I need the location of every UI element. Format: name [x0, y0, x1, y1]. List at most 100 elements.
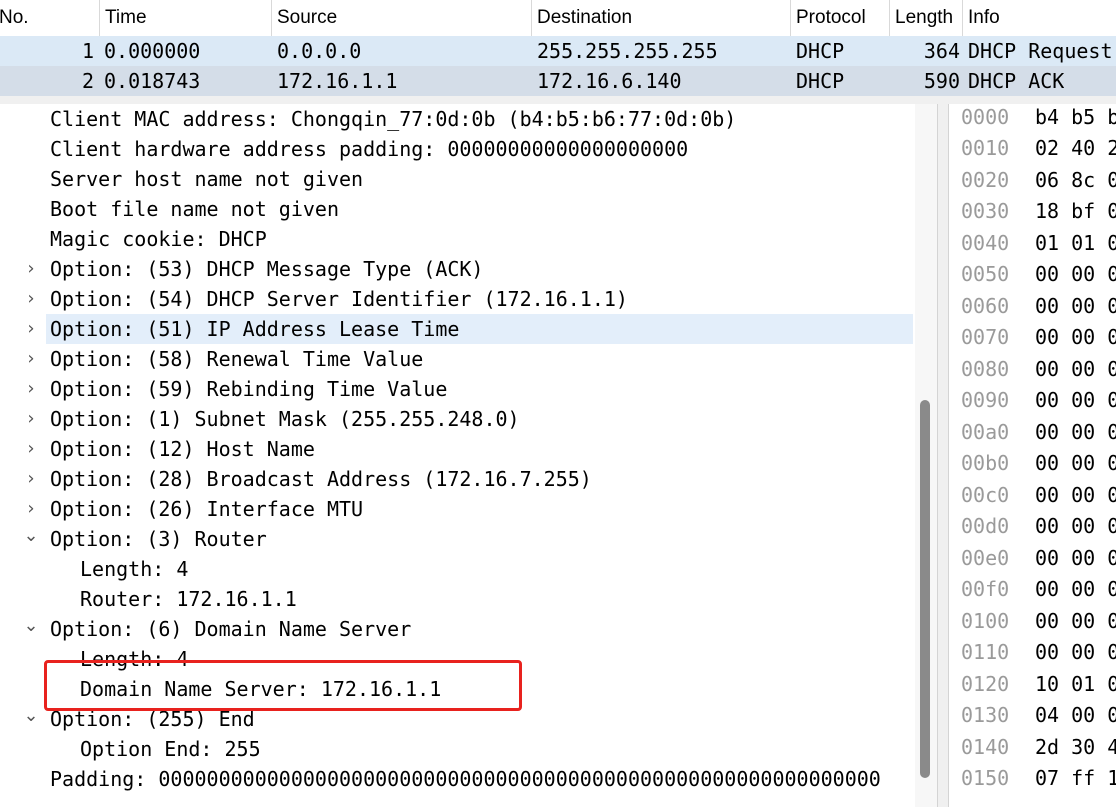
- chevron-right-icon[interactable]: ›: [19, 404, 43, 434]
- hex-row[interactable]: 0020 06 8c 0: [949, 165, 1116, 196]
- detail-row-router-value[interactable]: Router: 172.16.1.1: [80, 584, 297, 614]
- chevron-down-icon[interactable]: ⌄: [19, 614, 43, 638]
- hex-row[interactable]: 0140 2d 30 4: [949, 732, 1116, 763]
- chevron-right-icon[interactable]: ›: [19, 434, 43, 464]
- detail-row-option-26[interactable]: Option: (26) Interface MTU: [50, 494, 363, 524]
- hex-bytes: 00 00 0: [1035, 388, 1116, 412]
- hex-bytes: 00 00 0: [1035, 577, 1116, 601]
- detail-row-boot-file[interactable]: Boot file name not given: [50, 194, 339, 224]
- hex-row[interactable]: 0030 18 bf 0: [949, 196, 1116, 227]
- hex-row[interactable]: 0050 00 00 0: [949, 259, 1116, 290]
- hex-row[interactable]: 00a0 00 00 0: [949, 417, 1116, 448]
- detail-row-option-3[interactable]: Option: (3) Router: [50, 524, 267, 554]
- hex-bytes: 00 00 0: [1035, 609, 1116, 633]
- hex-offset: 0040: [961, 231, 1010, 255]
- hex-offset: 0140: [961, 735, 1010, 759]
- detail-row-option-51[interactable]: Option: (51) IP Address Lease Time: [50, 314, 459, 344]
- column-header-destination[interactable]: Destination: [532, 0, 791, 36]
- hex-row[interactable]: 0100 00 00 0: [949, 606, 1116, 637]
- hex-offset: 0010: [961, 136, 1010, 160]
- hex-bytes: b4 b5 b: [1035, 105, 1116, 129]
- hex-offset: 00c0: [961, 483, 1010, 507]
- packet-no: 1: [81, 39, 94, 63]
- chevron-down-icon[interactable]: ⌄: [19, 704, 43, 728]
- chevron-right-icon[interactable]: ›: [19, 494, 43, 524]
- hex-offset: 00f0: [961, 577, 1010, 601]
- column-header-protocol[interactable]: Protocol: [791, 0, 890, 36]
- packet-source: 172.16.1.1: [277, 69, 398, 93]
- hex-bytes: 02 40 2: [1035, 136, 1116, 160]
- hex-row[interactable]: 0090 00 00 0: [949, 385, 1116, 416]
- detail-row-option-6[interactable]: Option: (6) Domain Name Server: [50, 614, 411, 644]
- column-header-source[interactable]: Source: [272, 0, 532, 36]
- hex-bytes: 00 00 0: [1035, 640, 1116, 664]
- column-header-info[interactable]: Info: [963, 0, 1116, 36]
- hex-row[interactable]: 00e0 00 00 0: [949, 543, 1116, 574]
- packet-row[interactable]: 2 0.018743 172.16.1.1 172.16.6.140 DHCP …: [0, 66, 1116, 96]
- detail-row-option-53[interactable]: Option: (53) DHCP Message Type (ACK): [50, 254, 483, 284]
- hex-offset: 0030: [961, 199, 1010, 223]
- hex-bytes: 00 00 0: [1035, 546, 1116, 570]
- hex-offset: 0120: [961, 672, 1010, 696]
- hex-row[interactable]: 0080 00 00 0: [949, 354, 1116, 385]
- hex-row[interactable]: 00f0 00 00 0: [949, 574, 1116, 605]
- hex-offset: 0060: [961, 294, 1010, 318]
- detail-row-hw-padding[interactable]: Client hardware address padding: 0000000…: [50, 134, 688, 164]
- detail-row-option-12[interactable]: Option: (12) Host Name: [50, 434, 315, 464]
- packet-no: 2: [81, 69, 94, 93]
- detail-row-option-58[interactable]: Option: (58) Renewal Time Value: [50, 344, 423, 374]
- details-scrollbar-thumb[interactable]: [920, 400, 930, 778]
- column-header-length[interactable]: Length: [890, 0, 963, 36]
- packet-protocol: DHCP: [796, 39, 845, 63]
- detail-row-padding[interactable]: Padding: 0000000000000000000000000000000…: [50, 764, 881, 794]
- hex-row[interactable]: 0130 04 00 0: [949, 700, 1116, 731]
- hex-row[interactable]: 0040 01 01 0: [949, 228, 1116, 259]
- chevron-right-icon[interactable]: ›: [19, 374, 43, 404]
- detail-row-option-end[interactable]: Option End: 255: [80, 734, 261, 764]
- hex-offset: 0150: [961, 766, 1010, 790]
- detail-row-server-host[interactable]: Server host name not given: [50, 164, 363, 194]
- column-header-time[interactable]: Time: [100, 0, 272, 36]
- packet-protocol: DHCP: [796, 69, 845, 93]
- chevron-right-icon[interactable]: ›: [19, 314, 43, 344]
- hex-row[interactable]: 0060 00 00 0: [949, 291, 1116, 322]
- detail-row-magic-cookie[interactable]: Magic cookie: DHCP: [50, 224, 267, 254]
- hex-row[interactable]: 0010 02 40 2: [949, 133, 1116, 164]
- detail-row-option-59[interactable]: Option: (59) Rebinding Time Value: [50, 374, 447, 404]
- hex-offset: 0020: [961, 168, 1010, 192]
- hex-row[interactable]: 0150 07 ff 1: [949, 763, 1116, 794]
- chevron-right-icon[interactable]: ›: [19, 284, 43, 314]
- chevron-right-icon[interactable]: ›: [19, 254, 43, 284]
- hex-row[interactable]: 0120 10 01 0: [949, 669, 1116, 700]
- hex-row[interactable]: 0110 00 00 0: [949, 637, 1116, 668]
- chevron-right-icon[interactable]: ›: [19, 344, 43, 374]
- hex-offset: 00b0: [961, 451, 1010, 475]
- hex-bytes: 18 bf 0: [1035, 199, 1116, 223]
- pane-divider[interactable]: [937, 104, 949, 807]
- detail-row-option-54[interactable]: Option: (54) DHCP Server Identifier (172…: [50, 284, 628, 314]
- detail-row-router-length[interactable]: Length: 4: [80, 554, 188, 584]
- hex-bytes: 00 00 0: [1035, 483, 1116, 507]
- hex-row[interactable]: 0000 b4 b5 b: [949, 104, 1116, 133]
- hex-bytes: 00 00 0: [1035, 325, 1116, 349]
- detail-row-option-28[interactable]: Option: (28) Broadcast Address (172.16.7…: [50, 464, 592, 494]
- hex-row[interactable]: 00b0 00 00 0: [949, 448, 1116, 479]
- column-header-no[interactable]: No.: [0, 0, 100, 36]
- packet-time: 0.000000: [104, 39, 201, 63]
- packet-info: DHCP ACK: [968, 69, 1065, 93]
- chevron-down-icon[interactable]: ⌄: [19, 524, 43, 548]
- packet-source: 0.0.0.0: [277, 39, 362, 63]
- hex-offset: 0080: [961, 357, 1010, 381]
- hex-bytes: 00 00 0: [1035, 420, 1116, 444]
- hex-row[interactable]: 00d0 00 00 0: [949, 511, 1116, 542]
- hex-row[interactable]: 0070 00 00 0: [949, 322, 1116, 353]
- pane-splitter[interactable]: [0, 96, 1116, 104]
- chevron-right-icon[interactable]: ›: [19, 464, 43, 494]
- detail-row-client-mac[interactable]: Client MAC address: Chongqin_77:0d:0b (b…: [50, 104, 736, 134]
- hex-offset: 0000: [961, 105, 1010, 129]
- detail-row-option-1[interactable]: Option: (1) Subnet Mask (255.255.248.0): [50, 404, 520, 434]
- packet-destination: 255.255.255.255: [537, 39, 718, 63]
- hex-row[interactable]: 00c0 00 00 0: [949, 480, 1116, 511]
- hex-bytes: 04 00 0: [1035, 703, 1116, 727]
- packet-row[interactable]: 1 0.000000 0.0.0.0 255.255.255.255 DHCP …: [0, 36, 1116, 66]
